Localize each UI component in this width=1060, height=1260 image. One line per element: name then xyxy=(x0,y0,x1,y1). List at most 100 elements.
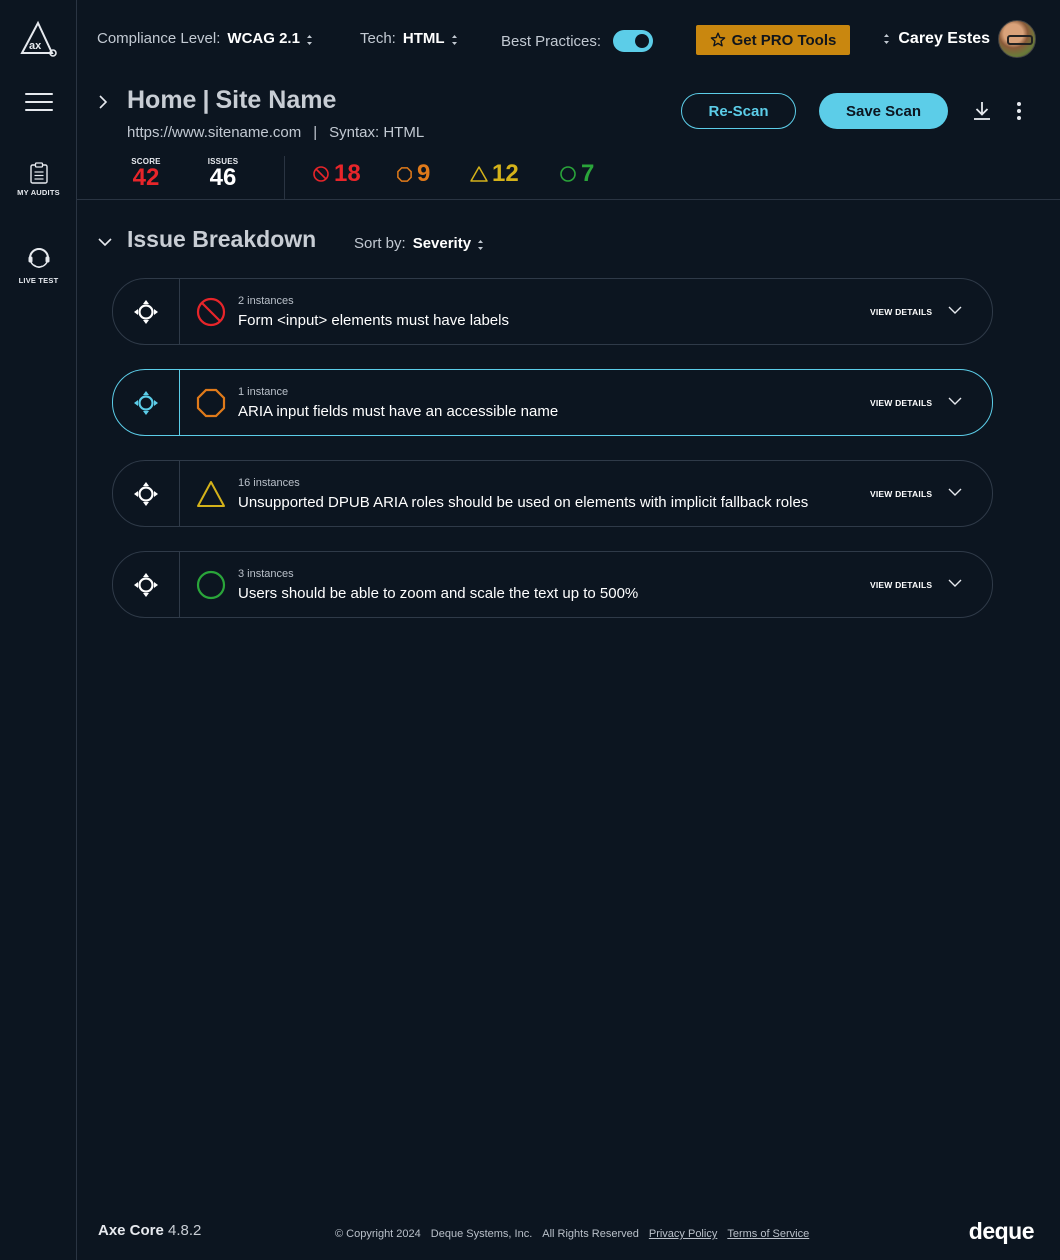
tech-value: HTML xyxy=(402,30,445,47)
critical-count[interactable]: 18 xyxy=(312,160,361,188)
issue-row[interactable]: 2 instances Form <input> elements must h… xyxy=(112,278,993,345)
best-practices-label: Best Practices: xyxy=(501,32,602,50)
footer-brand: Axe Core 4.8.2 xyxy=(98,1222,201,1239)
more-options-icon[interactable] xyxy=(1015,102,1023,122)
subtitle-separator: | xyxy=(313,124,318,141)
stats-divider xyxy=(284,156,285,199)
app: ax MY AUDITS LIVE TEST Compliance Level:… xyxy=(0,0,1060,1260)
dot xyxy=(1017,116,1021,120)
crosshair-icon xyxy=(134,481,158,506)
chevron-right-icon[interactable] xyxy=(97,94,109,110)
clipboard-icon xyxy=(29,162,48,184)
pro-button-label: Get PRO Tools xyxy=(731,31,837,49)
chevron-down-icon[interactable] xyxy=(947,305,963,315)
toggle-knob xyxy=(635,34,650,48)
crosshair-icon xyxy=(134,390,158,415)
minor-icon xyxy=(196,570,226,600)
issue-description: Users should be able to zoom and scale t… xyxy=(238,585,639,602)
tech-select[interactable]: Tech: HTML xyxy=(360,30,458,47)
view-details-link[interactable]: VIEW DETAILS xyxy=(870,489,932,499)
page-header: Home | Site Name https://www.sitename.com |… xyxy=(77,78,1060,200)
sort-arrows-icon xyxy=(451,34,457,45)
critical-icon xyxy=(313,166,329,182)
highlight-target-button[interactable] xyxy=(113,552,180,617)
brand-name: Axe Core xyxy=(98,1222,164,1239)
instance-count: 1 instance xyxy=(238,386,289,398)
avatar xyxy=(998,20,1036,58)
sort-arrows-icon xyxy=(306,34,312,45)
serious-icon xyxy=(196,388,226,418)
highlight-target-button[interactable] xyxy=(113,279,180,344)
chevron-down-icon[interactable] xyxy=(97,236,113,248)
issues-stat: ISSUES 46 xyxy=(203,157,243,190)
user-menu[interactable]: Carey Estes xyxy=(883,20,1036,58)
issue-description: Form <input> elements must have labels xyxy=(238,312,509,329)
rail-item-live-test[interactable]: LIVE TEST xyxy=(0,246,77,285)
tech-label: Tech: xyxy=(360,30,396,47)
dot xyxy=(1017,109,1021,113)
view-details-link[interactable]: VIEW DETAILS xyxy=(870,307,932,317)
crosshair-icon xyxy=(134,572,158,597)
issue-row[interactable]: 1 instance ARIA input fields must have a… xyxy=(112,369,993,436)
deque-logo[interactable]: deque xyxy=(969,1218,1035,1245)
issue-row[interactable]: 3 instances Users should be able to zoom… xyxy=(112,551,993,618)
footer: Axe Core 4.8.2 © Copyright 2024 Deque Sy… xyxy=(77,1210,1060,1260)
view-details-link[interactable]: VIEW DETAILS xyxy=(870,580,932,590)
issue-breakdown-header: Issue Breakdown Sort by: Severity xyxy=(77,226,1060,258)
view-details-link[interactable]: VIEW DETAILS xyxy=(870,398,932,408)
hamburger-menu-button[interactable] xyxy=(25,93,53,113)
sort-by-select[interactable]: Sort by: Severity xyxy=(354,235,484,252)
rail-item-label: LIVE TEST xyxy=(18,276,59,285)
dot xyxy=(1017,102,1021,106)
download-icon[interactable] xyxy=(972,101,992,121)
breadcrumb-home[interactable]: Home xyxy=(127,86,196,114)
rescan-button[interactable]: Re-Scan xyxy=(681,93,796,129)
best-practices-toggle[interactable] xyxy=(613,30,654,52)
svg-text:ax: ax xyxy=(29,40,42,52)
compliance-level-select[interactable]: Compliance Level: WCAG 2.1 xyxy=(97,30,313,47)
best-practices-group: Best Practices: xyxy=(501,30,654,52)
chevron-down-icon[interactable] xyxy=(947,396,963,406)
chevron-down-icon[interactable] xyxy=(947,487,963,497)
sort-arrows-icon xyxy=(478,239,484,250)
rail-item-label: MY AUDITS xyxy=(17,188,60,197)
serious-icon xyxy=(397,166,412,182)
issue-row[interactable]: 16 instances Unsupported DPUB ARIA roles… xyxy=(112,460,993,527)
highlight-target-button[interactable] xyxy=(113,461,180,526)
page-subtitle: https://www.sitename.com | Syntax: HTML xyxy=(127,124,424,141)
site-url: https://www.sitename.com xyxy=(127,124,302,141)
star-icon xyxy=(710,32,725,47)
minor-count[interactable]: 7 xyxy=(559,160,594,188)
serious-count[interactable]: 9 xyxy=(396,160,430,188)
axe-logo-icon[interactable]: ax xyxy=(18,20,58,60)
copyright: © Copyright 2024 xyxy=(335,1228,421,1240)
score-stat: SCORE 42 xyxy=(127,157,165,190)
moderate-icon xyxy=(197,481,225,507)
minor-count-value: 7 xyxy=(581,160,595,187)
sort-label: Sort by: xyxy=(354,235,406,252)
moderate-count-value: 12 xyxy=(492,160,519,187)
issues-value: 46 xyxy=(209,164,237,191)
terms-of-service-link[interactable]: Terms of Service xyxy=(727,1228,809,1240)
rail-item-my-audits[interactable]: MY AUDITS xyxy=(0,162,77,197)
privacy-policy-link[interactable]: Privacy Policy xyxy=(649,1228,717,1240)
moderate-icon xyxy=(470,166,488,182)
sort-value: Severity xyxy=(412,235,472,252)
title-separator: | xyxy=(202,86,210,114)
critical-icon xyxy=(196,297,226,327)
moderate-count[interactable]: 12 xyxy=(470,160,519,188)
site-name: Site Name xyxy=(215,86,337,114)
critical-count-value: 18 xyxy=(334,160,361,187)
serious-count-value: 9 xyxy=(417,160,431,187)
get-pro-tools-button[interactable]: Get PRO Tools xyxy=(696,25,850,55)
minor-icon xyxy=(560,166,576,182)
highlight-target-button[interactable] xyxy=(113,370,180,435)
instance-count: 16 instances xyxy=(238,477,300,489)
issue-description: ARIA input fields must have an accessibl… xyxy=(238,403,559,420)
instance-count: 3 instances xyxy=(238,568,294,580)
issue-description: Unsupported DPUB ARIA roles should be us… xyxy=(238,494,809,511)
compliance-value: WCAG 2.1 xyxy=(227,30,300,47)
save-scan-button[interactable]: Save Scan xyxy=(819,93,948,129)
sort-arrows-icon xyxy=(884,34,890,44)
chevron-down-icon[interactable] xyxy=(947,578,963,588)
